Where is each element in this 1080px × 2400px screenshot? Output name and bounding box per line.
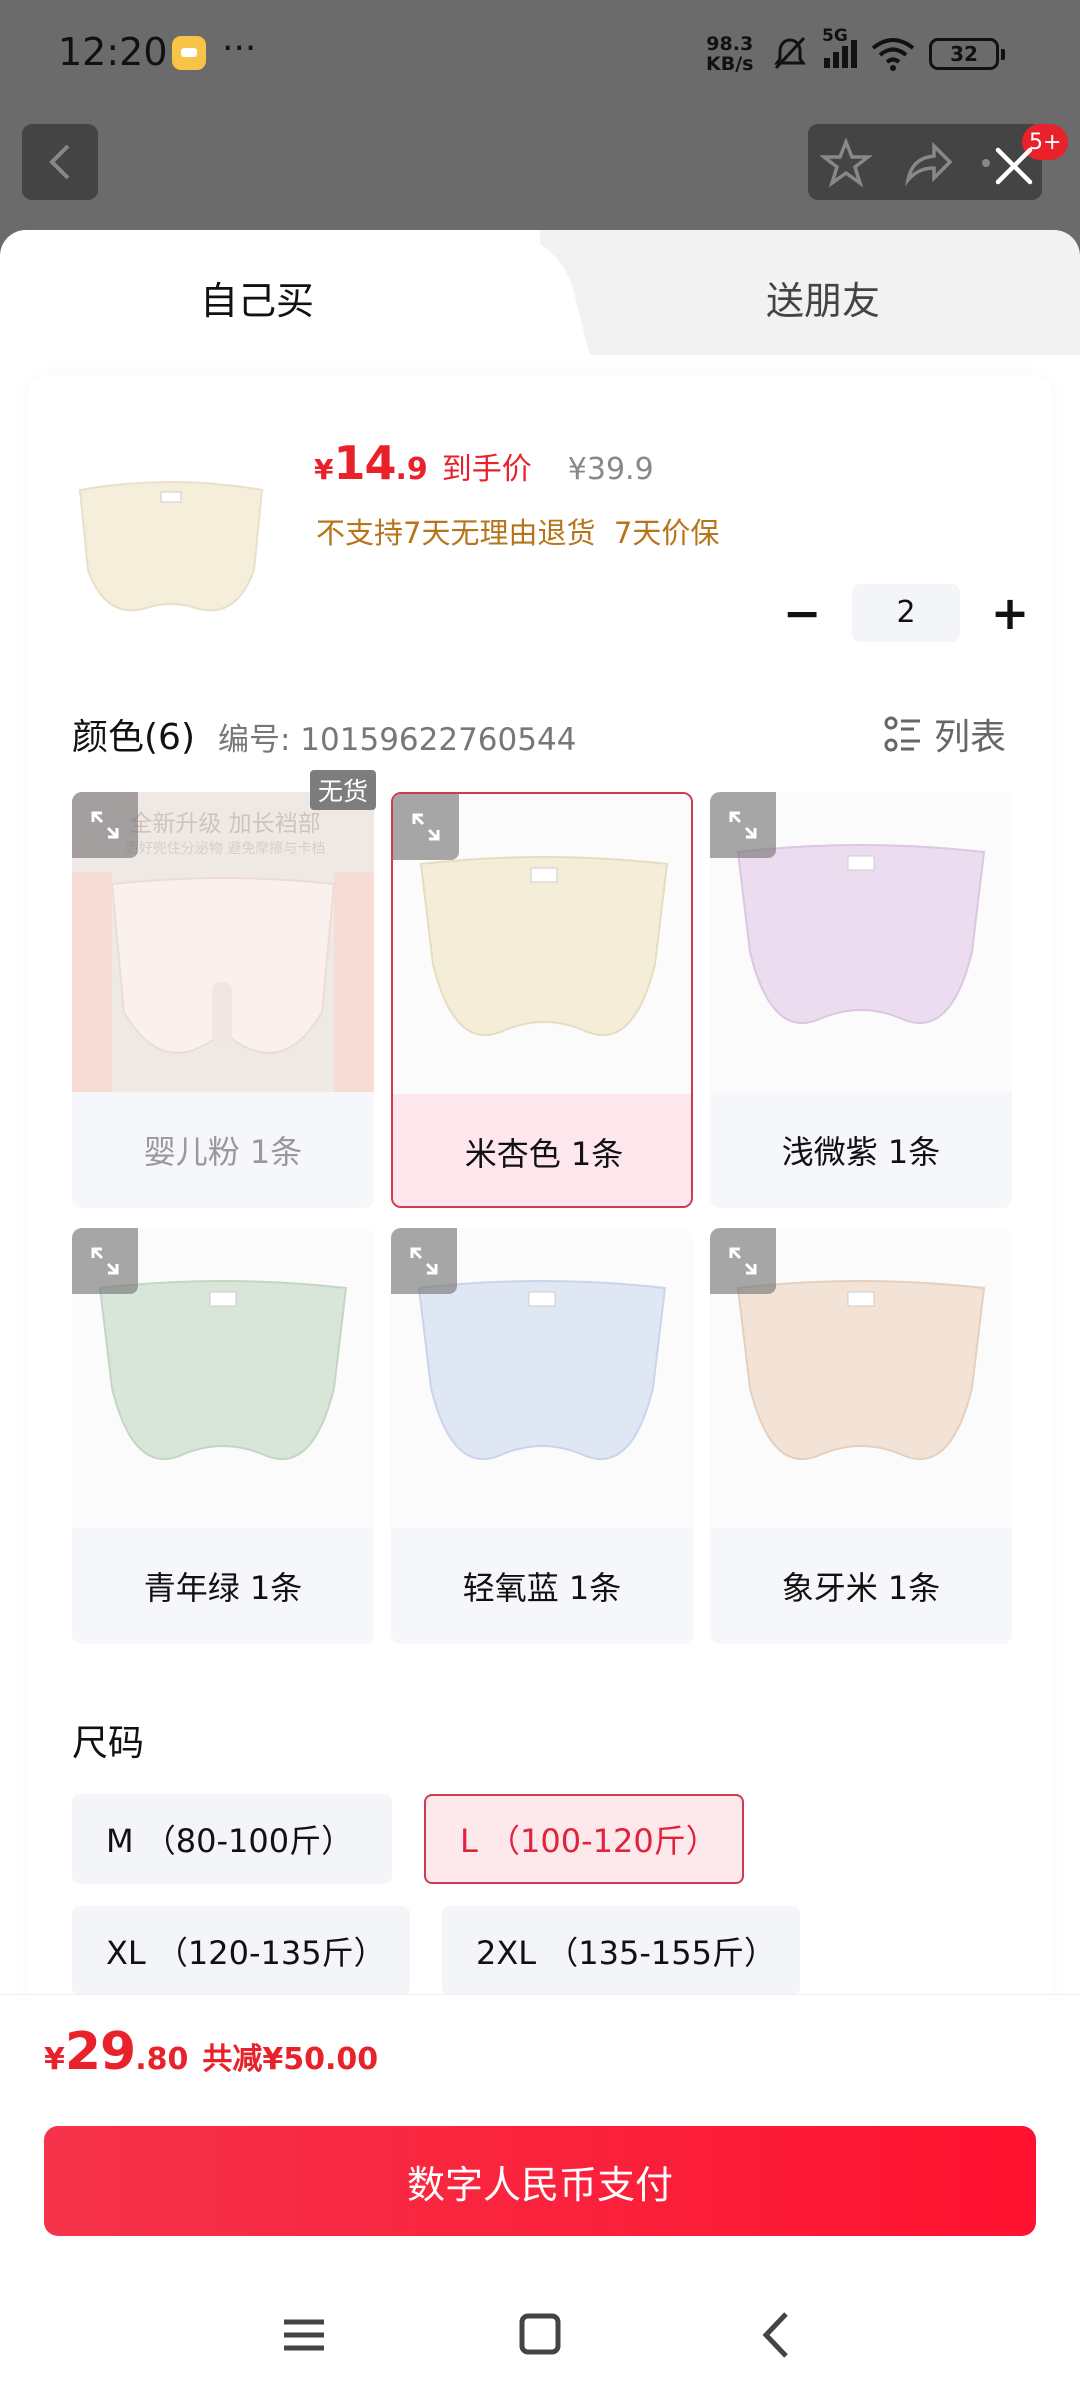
expand-icon[interactable]: [72, 792, 138, 858]
price-row: ¥ 14 .9 到手价 ¥39.9: [314, 436, 654, 490]
list-label: 列表: [934, 717, 1007, 758]
expand-icon[interactable]: [391, 1228, 457, 1294]
close-icon[interactable]: [984, 136, 1044, 196]
size-option-m[interactable]: M （80-100斤）: [72, 1794, 392, 1884]
signal-5g: 5G: [822, 26, 857, 68]
status-time: 12:20: [58, 30, 168, 74]
chevron-left-icon: [49, 144, 70, 180]
expand-icon[interactable]: [710, 792, 776, 858]
decrease-button[interactable]: −: [780, 590, 824, 636]
quantity-stepper: − 2 +: [780, 584, 1032, 642]
color-option-label: 象牙米 1条: [781, 1569, 941, 1607]
color-section-title: 颜色(6): [72, 717, 195, 758]
total-price: ¥ 29 .80 共减¥50.00: [44, 2022, 378, 2082]
battery-indicator: 32: [929, 38, 1005, 70]
service-info: 不支持7天无理由退货 7天价保: [316, 516, 720, 550]
sku-number: 编号: 10159622760544: [218, 722, 577, 758]
original-price: ¥39.9: [567, 452, 654, 487]
color-option-label: 婴儿粉 1条: [143, 1133, 303, 1171]
expand-icon[interactable]: [72, 1228, 138, 1294]
color-option-label: 米杏色 1条: [393, 1094, 691, 1206]
quantity-input[interactable]: 2: [852, 584, 960, 642]
size-option-l[interactable]: L （100-120斤）: [424, 1794, 744, 1884]
color-option-light-blue[interactable]: 轻氧蓝 1条: [391, 1228, 693, 1644]
status-icons: 5G 32: [770, 26, 1005, 76]
network-speed: 98.3 KB/s: [706, 33, 754, 75]
product-thumbnail: [78, 481, 264, 612]
total-decimal: .80: [135, 2042, 189, 2077]
home-icon[interactable]: [510, 2310, 570, 2360]
back-nav-icon[interactable]: [746, 2310, 806, 2360]
star-icon[interactable]: [820, 138, 872, 188]
out-of-stock-tag: 无货: [310, 770, 376, 810]
status-more-dots: ···: [222, 28, 257, 69]
color-option-label: 青年绿 1条: [143, 1569, 303, 1607]
increase-button[interactable]: +: [988, 590, 1032, 636]
pay-button[interactable]: 数字人民币支付: [44, 2126, 1036, 2236]
tab-gift-friend[interactable]: 送朋友: [766, 270, 880, 325]
back-button[interactable]: [22, 124, 98, 200]
color-option-light-purple[interactable]: 浅微紫 1条: [710, 792, 1012, 1208]
total-symbol: ¥: [44, 2042, 65, 2077]
tab-self-buy-label[interactable]: 自己买: [200, 270, 314, 325]
price-integer: 14: [333, 436, 396, 490]
color-option-ivory[interactable]: 象牙米 1条: [710, 1228, 1012, 1644]
color-option-baby-pink[interactable]: 全新升级 加长裆部 更好兜住分泌物 避免摩擦与卡档 婴儿粉 1条: [72, 792, 374, 1208]
price-decimal: .9: [395, 452, 428, 487]
color-option-youth-green[interactable]: 青年绿 1条: [72, 1228, 374, 1644]
wifi-icon: [871, 38, 915, 71]
menu-icon[interactable]: [274, 2310, 334, 2360]
share-icon[interactable]: [902, 138, 954, 188]
list-icon: [884, 716, 920, 752]
price-note: 到手价: [441, 452, 532, 487]
size-option-xl[interactable]: XL （120-135斤）: [72, 1906, 410, 1996]
status-bar: 12:20 ··· 98.3 KB/s 5G 32: [0, 0, 1080, 110]
color-option-label: 浅微紫 1条: [781, 1133, 941, 1171]
expand-icon[interactable]: [393, 794, 459, 860]
mute-icon: [774, 36, 806, 70]
color-option-apricot[interactable]: 米杏色 1条: [391, 792, 693, 1208]
total-integer: 29: [64, 2022, 136, 2082]
notification-app-icon: [172, 36, 206, 70]
expand-icon[interactable]: [710, 1228, 776, 1294]
size-option-2xl[interactable]: 2XL （135-155斤）: [442, 1906, 800, 1996]
list-view-toggle[interactable]: 列表: [884, 708, 1006, 760]
size-section-title: 尺码: [72, 1723, 145, 1764]
savings-text: 共减¥50.00: [202, 2042, 379, 2077]
price-symbol: ¥: [314, 453, 334, 486]
color-option-label: 轻氧蓝 1条: [462, 1569, 622, 1607]
